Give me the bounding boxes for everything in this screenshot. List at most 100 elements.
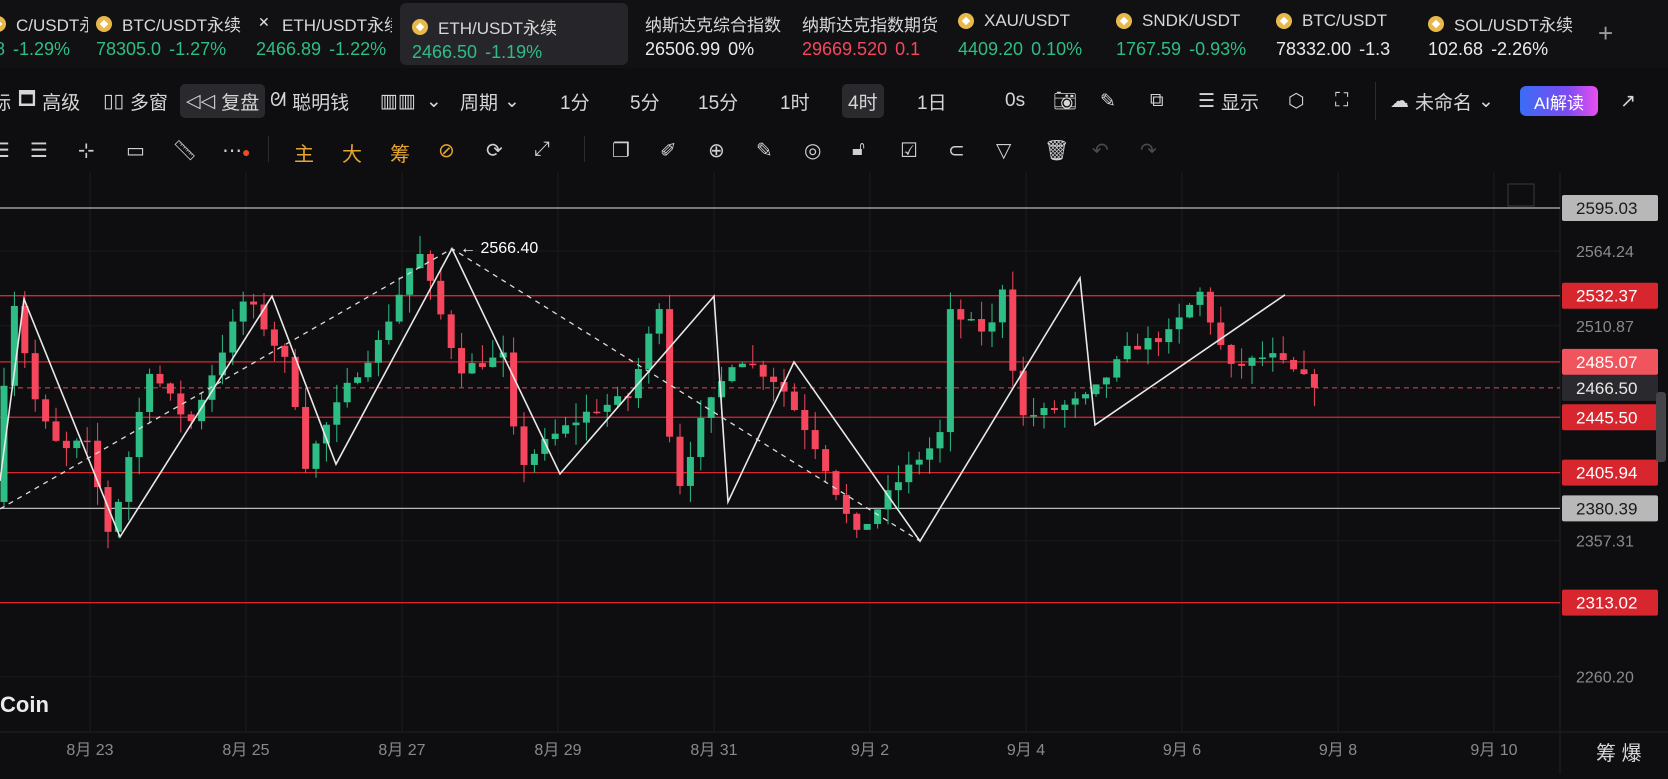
ticker-7[interactable]: SNDK/USDT 1767.59 -0.93% bbox=[1116, 0, 1268, 68]
ticker-9[interactable]: SOL/USDT永续 102.68 -2.26% bbox=[1428, 0, 1578, 68]
candle-body[interactable] bbox=[1227, 344, 1235, 364]
indicator-button[interactable]: 标 bbox=[0, 88, 11, 114]
corner-label[interactable]: 筹 爆 bbox=[1596, 742, 1642, 765]
candle-body[interactable] bbox=[707, 397, 715, 418]
candle-body[interactable] bbox=[1186, 304, 1194, 318]
period-dropdown[interactable]: 周期 ⌄ bbox=[460, 88, 520, 114]
multi-window-button[interactable]: ▯▯ 多窗 bbox=[103, 88, 168, 114]
candle-body[interactable] bbox=[1269, 353, 1277, 358]
candle-body[interactable] bbox=[530, 453, 538, 465]
candle-body[interactable] bbox=[582, 411, 590, 423]
smart-money-button[interactable]: ᘛ 聪明钱 bbox=[270, 88, 349, 114]
ticker-6[interactable]: XAU/USDT 4409.20 0.10% bbox=[958, 0, 1108, 68]
candle-body[interactable] bbox=[593, 411, 601, 414]
candle-body[interactable] bbox=[1144, 338, 1152, 350]
candle-body[interactable] bbox=[343, 382, 351, 403]
candle-body[interactable] bbox=[1310, 374, 1318, 388]
candle-body[interactable] bbox=[832, 471, 840, 495]
candle-body[interactable] bbox=[853, 513, 861, 530]
candle-body[interactable] bbox=[676, 436, 684, 486]
candle-body[interactable] bbox=[1206, 291, 1214, 323]
candle-body[interactable] bbox=[915, 459, 923, 465]
candle-body[interactable] bbox=[1134, 345, 1142, 350]
candle-body[interactable] bbox=[478, 363, 486, 367]
candle-body[interactable] bbox=[156, 373, 164, 384]
candle-body[interactable] bbox=[354, 377, 362, 383]
candle-body[interactable] bbox=[874, 509, 882, 524]
candle-body[interactable] bbox=[1071, 398, 1079, 405]
candle-body[interactable] bbox=[1123, 345, 1131, 360]
candle-body[interactable] bbox=[572, 422, 580, 426]
candle-body[interactable] bbox=[666, 309, 674, 437]
candle-body[interactable] bbox=[738, 363, 746, 368]
candle-body[interactable] bbox=[416, 253, 424, 269]
candle-body[interactable] bbox=[759, 364, 767, 377]
ticker-1[interactable]: BTC/USDT永续 78305.0 -1.27% bbox=[96, 0, 248, 68]
candle-body[interactable] bbox=[905, 464, 913, 483]
candle-body[interactable] bbox=[770, 376, 778, 383]
candle-body[interactable] bbox=[374, 339, 382, 363]
candle-body[interactable] bbox=[936, 432, 944, 449]
layout-name-dropdown[interactable]: ☁ 未命名 ⌄ bbox=[1390, 88, 1494, 114]
main-indicator-button[interactable]: 主 bbox=[294, 138, 314, 167]
lines-icon[interactable]: ☰ bbox=[30, 138, 48, 163]
candle-body[interactable] bbox=[645, 333, 653, 370]
candle-body[interactable] bbox=[801, 410, 809, 431]
candle-body[interactable] bbox=[1102, 377, 1110, 385]
camera-icon[interactable]: 📷︎ bbox=[1053, 88, 1077, 114]
candle-body[interactable] bbox=[1113, 359, 1121, 378]
candle-body[interactable] bbox=[1019, 370, 1027, 416]
candle-body[interactable] bbox=[73, 440, 81, 449]
ticker-2[interactable]: ETH/USDT永续 2466.89 -1.22% bbox=[256, 0, 392, 68]
settings-icon[interactable]: ⬡ bbox=[1288, 88, 1305, 114]
interval-4[interactable]: 4时 bbox=[842, 84, 884, 118]
candle-body[interactable] bbox=[749, 363, 757, 366]
candle-body[interactable] bbox=[125, 457, 133, 502]
copy-icon[interactable]: ❐ bbox=[612, 138, 630, 163]
candle-body[interactable] bbox=[1279, 353, 1287, 360]
candle-body[interactable] bbox=[863, 523, 871, 530]
ticker-4[interactable]: 纳斯达克综合指数 26506.99 0% bbox=[645, 0, 794, 68]
candle-body[interactable] bbox=[281, 345, 289, 357]
interval-2[interactable]: 15分 bbox=[698, 88, 738, 114]
fullscreen-icon[interactable]: ⛶ bbox=[1335, 88, 1348, 114]
candle-body[interactable] bbox=[790, 391, 798, 411]
candle-body[interactable] bbox=[385, 321, 393, 340]
candle-body[interactable] bbox=[1300, 369, 1308, 375]
interval-1[interactable]: 5分 bbox=[630, 88, 660, 114]
candle-body[interactable] bbox=[1061, 404, 1069, 411]
share-icon[interactable]: ↗ bbox=[1620, 88, 1636, 114]
candle-body[interactable] bbox=[520, 426, 528, 465]
display-button[interactable]: ☰ 显示 bbox=[1198, 88, 1259, 114]
candle-body[interactable] bbox=[728, 367, 736, 382]
ticker-0[interactable]: C/USDT永续 .8 -1.29% bbox=[0, 0, 88, 68]
candle-body[interactable] bbox=[988, 322, 996, 332]
magnet-icon[interactable]: ⊂ bbox=[948, 138, 965, 163]
undo-icon[interactable]: ↶ bbox=[1092, 138, 1109, 163]
candle-body[interactable] bbox=[104, 487, 112, 532]
candle-body[interactable] bbox=[312, 443, 320, 469]
candle-body[interactable] bbox=[52, 421, 60, 441]
candle-body[interactable] bbox=[426, 253, 434, 281]
candle-body[interactable] bbox=[998, 289, 1006, 323]
more-tools-icon[interactable]: ⋯● bbox=[222, 138, 250, 163]
candle-body[interactable] bbox=[926, 448, 934, 460]
trash-icon[interactable]: 🗑︎ bbox=[1044, 138, 1069, 163]
candle-body[interactable] bbox=[62, 440, 70, 449]
candle-body[interactable] bbox=[551, 433, 559, 439]
ticker-5[interactable]: 纳斯达克指数期货 29669.520 0.1 bbox=[802, 0, 950, 68]
candle-body[interactable] bbox=[0, 385, 8, 502]
candle-body[interactable] bbox=[395, 294, 403, 322]
candle-body[interactable] bbox=[1290, 359, 1298, 370]
candle-body[interactable] bbox=[239, 301, 247, 322]
candle-body[interactable] bbox=[302, 407, 310, 469]
candle-body[interactable] bbox=[1165, 329, 1173, 343]
candle-body[interactable] bbox=[83, 440, 91, 443]
candle-body[interactable] bbox=[1082, 394, 1090, 399]
redo-icon[interactable]: ↷ bbox=[1140, 138, 1157, 163]
candle-body[interactable] bbox=[146, 373, 154, 413]
filter-icon[interactable]: ▽ bbox=[996, 138, 1011, 163]
eraser-icon[interactable]: ✎ bbox=[756, 138, 773, 163]
candle-body[interactable] bbox=[1196, 291, 1204, 305]
advanced-button[interactable]: 🗖 高级 bbox=[18, 88, 80, 114]
